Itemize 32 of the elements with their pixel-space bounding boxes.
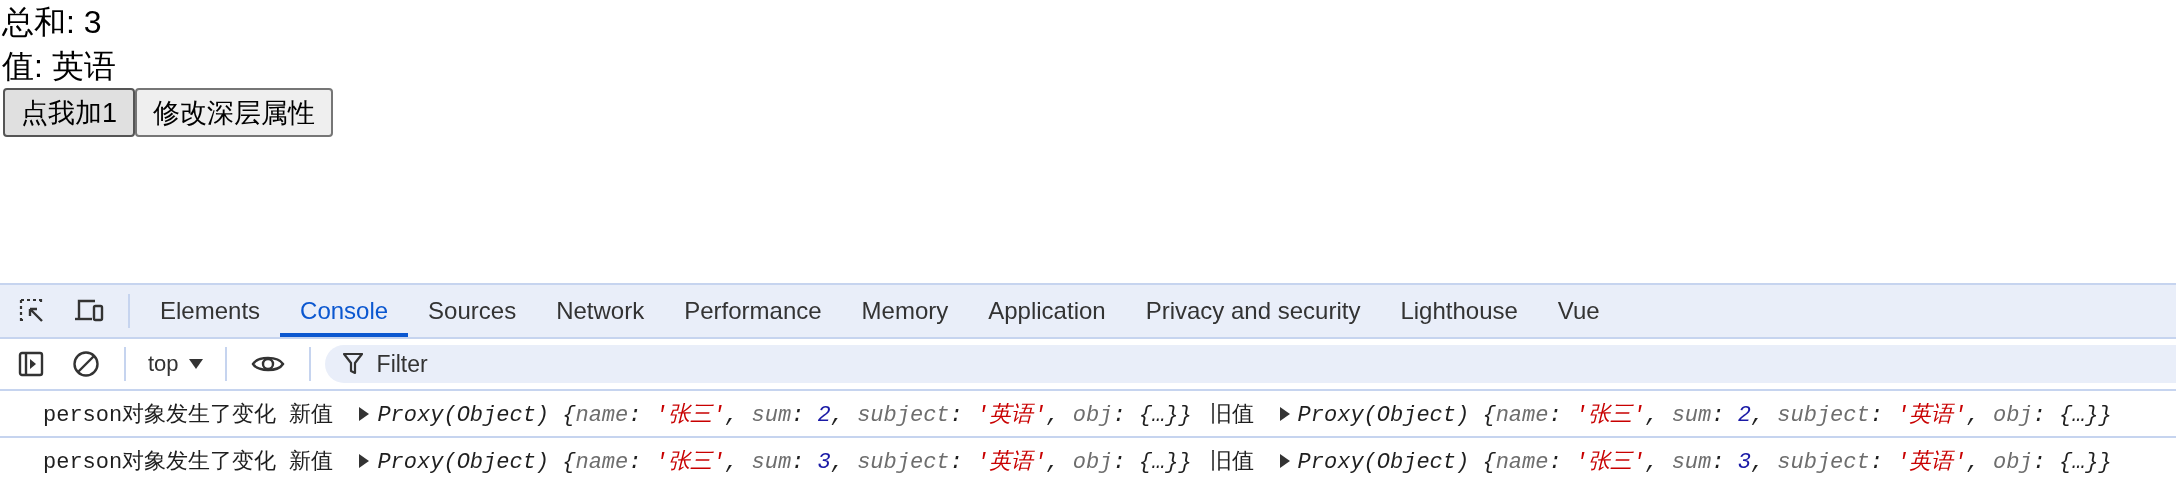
log-message: 旧值	[1209, 399, 1254, 428]
caret-icon	[188, 359, 203, 369]
filter-field[interactable]: Filter	[324, 345, 2176, 383]
expand-triangle-icon[interactable]	[359, 406, 370, 421]
value-text: 值: 英语	[1, 47, 117, 86]
devtools-tab[interactable]: Lighthouse	[1380, 285, 1538, 337]
expand-triangle-icon[interactable]	[359, 453, 370, 468]
sidebar-icon[interactable]	[18, 351, 44, 377]
devtools-tab[interactable]: Network	[536, 285, 665, 337]
devtools-tab[interactable]: Vue	[1537, 285, 1620, 337]
page-button[interactable]: 点我加1	[3, 88, 136, 137]
devtools-tab[interactable]: Privacy and security	[1125, 285, 1381, 337]
log-message: person对象发生了变化 新值	[43, 448, 334, 476]
devtools-tab[interactable]: Performance	[664, 285, 842, 337]
context-dropdown[interactable]: top	[136, 351, 215, 377]
filter-icon	[342, 353, 363, 375]
log-message: person对象发生了变化 新值	[43, 401, 334, 429]
expand-triangle-icon[interactable]	[1279, 453, 1290, 468]
value-text: 总和: 3	[1, 3, 103, 42]
object-preview[interactable]: Proxy(Object) {name: '张三', sum: 2, subject: '英语', obj: {…}}	[377, 398, 1192, 429]
devtools-tab[interactable]: Sources	[408, 285, 537, 337]
object-preview[interactable]: Proxy(Object) {name: '张三', sum: 2, subject: '英语', obj: {…}}	[1297, 398, 2112, 429]
object-preview[interactable]: Proxy(Object) {name: '张三', sum: 3, subject: '英语', obj: {…}}	[377, 445, 1192, 476]
device-icon[interactable]	[74, 298, 104, 324]
clear-icon[interactable]	[72, 350, 100, 378]
devtools-tab[interactable]: Elements	[140, 285, 281, 337]
devtools-tab[interactable]: Memory	[841, 285, 969, 337]
devtools-tab[interactable]: Application	[968, 285, 1126, 337]
object-preview[interactable]: Proxy(Object) {name: '张三', sum: 3, subject: '英语', obj: {…}}	[1297, 445, 2112, 476]
log-message: 旧值	[1209, 446, 1254, 475]
page-button[interactable]: 修改深层属性	[135, 88, 334, 137]
expand-triangle-icon[interactable]	[1279, 406, 1290, 421]
